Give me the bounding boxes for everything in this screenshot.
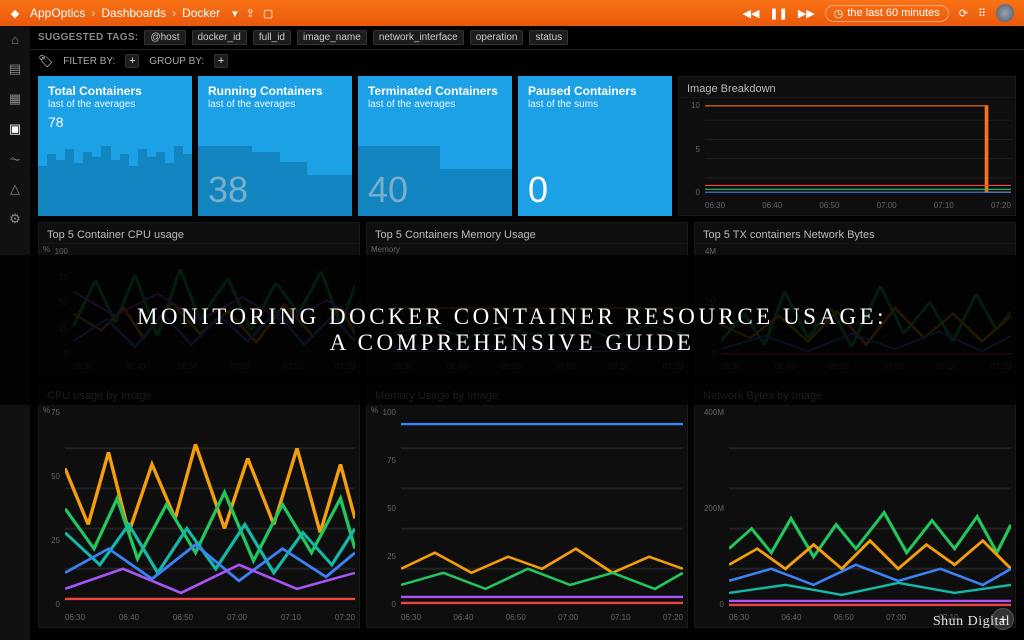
panel-title: Top 5 Container CPU usage xyxy=(39,223,359,244)
card-title: Paused Containers xyxy=(528,84,662,98)
card-value: 78 xyxy=(48,114,182,130)
crumb-appoptics[interactable]: AppOptics xyxy=(30,6,85,20)
overlay-subheading: A COMPREHENSIVE GUIDE xyxy=(330,330,695,356)
solarwinds-logo: ◆ xyxy=(6,7,24,20)
tag-full-id[interactable]: full_id xyxy=(253,30,291,45)
card-subtitle: last of the averages xyxy=(48,99,182,110)
chart-body xyxy=(705,101,1011,197)
breadcrumb: AppOptics › Dashboards › Docker xyxy=(30,6,220,20)
chart-body xyxy=(65,408,355,609)
card-paused-containers[interactable]: Paused Containers last of the sums 0 xyxy=(518,76,672,216)
card-subtitle: last of the averages xyxy=(208,99,342,110)
y-axis: 400M200M0 xyxy=(695,408,727,609)
add-filter-button[interactable]: + xyxy=(125,54,139,68)
nav-dashboards-icon[interactable]: ▣ xyxy=(9,121,21,137)
nav-home-icon[interactable]: ⌂ xyxy=(11,32,19,47)
card-title: Terminated Containers xyxy=(368,84,502,98)
chevron-down-icon[interactable]: ▾ xyxy=(232,7,238,20)
sparkline xyxy=(38,146,192,216)
panel-image-breakdown[interactable]: Image Breakdown 105006:3006:4006:5007:000… xyxy=(678,76,1016,216)
crumb-dashboards[interactable]: Dashboards xyxy=(101,6,166,20)
forward-icon[interactable]: ▶▶ xyxy=(798,7,815,20)
breadcrumb-actions: ▾ ⇪ ▢ xyxy=(232,7,273,20)
x-axis: 06:3006:4006:5007:0007:1007:20 xyxy=(65,613,355,625)
tag-network-if[interactable]: network_interface xyxy=(373,30,464,45)
tag-icon: 🏷 xyxy=(38,54,53,68)
x-axis: 06:3006:4006:5007:0007:1007:20 xyxy=(705,201,1011,213)
crumb-docker[interactable]: Docker xyxy=(182,6,220,20)
y-axis: 1050 xyxy=(679,101,703,197)
filter-by-label: FILTER BY: xyxy=(63,56,115,67)
overlay-heading: MONITORING DOCKER CONTAINER RESOURCE USA… xyxy=(137,304,887,330)
article-overlay: MONITORING DOCKER CONTAINER RESOURCE USA… xyxy=(0,255,1024,405)
watermark: Shun Digital xyxy=(933,614,1010,630)
sparkline xyxy=(198,146,352,216)
tag-host[interactable]: @host xyxy=(144,30,185,45)
nav-settings-icon[interactable]: ⚙ xyxy=(9,211,21,227)
refresh-icon[interactable]: ⟳ xyxy=(959,7,968,20)
share-icon[interactable]: ⇪ xyxy=(246,7,255,20)
panel-title: Image Breakdown xyxy=(679,77,1015,98)
nav-metrics-icon[interactable]: ⏦ xyxy=(10,151,21,167)
tag-image-name[interactable]: image_name xyxy=(297,30,367,45)
pause-icon[interactable]: ❚❚ xyxy=(769,7,787,20)
sparkline xyxy=(358,146,512,216)
nav-alerts-icon[interactable]: △ xyxy=(10,181,20,197)
chevron-right-icon: › xyxy=(170,6,178,20)
card-title: Running Containers xyxy=(208,84,342,98)
fullscreen-icon[interactable]: ▢ xyxy=(263,7,273,20)
panel-mem-by-image[interactable]: Memory Usage by Image%100755025006:3006:… xyxy=(366,383,688,628)
y-axis: 7550250 xyxy=(39,408,63,609)
top-bar: ◆ AppOptics › Dashboards › Docker ▾ ⇪ ▢ … xyxy=(0,0,1024,26)
apps-grid-icon[interactable]: ⠿ xyxy=(978,7,986,20)
sparkline xyxy=(518,146,672,216)
card-total-containers[interactable]: Total Containers last of the averages 78 xyxy=(38,76,192,216)
card-terminated-containers[interactable]: Terminated Containers last of the averag… xyxy=(358,76,512,216)
tag-docker-id[interactable]: docker_id xyxy=(192,30,247,45)
top-right-controls: ◀◀ ❚❚ ▶▶ ◷ the last 60 minutes ⟳ ⠿ xyxy=(742,4,1018,22)
x-axis: 06:3006:4006:5007:0007:1007:20 xyxy=(401,613,683,625)
time-range-selector[interactable]: ◷ the last 60 minutes xyxy=(825,5,949,22)
chart-body xyxy=(729,408,1011,609)
nav-grid-icon[interactable]: ▦ xyxy=(9,91,21,107)
panel-title: Top 5 TX containers Network Bytes xyxy=(695,223,1015,244)
tag-operation[interactable]: operation xyxy=(470,30,524,45)
suggested-tags-row: SUGGESTED TAGS: @host docker_id full_id … xyxy=(30,26,1024,50)
card-running-containers[interactable]: Running Containers last of the averages … xyxy=(198,76,352,216)
tag-status[interactable]: status xyxy=(529,30,568,45)
rewind-icon[interactable]: ◀◀ xyxy=(742,7,759,20)
time-range-label: the last 60 minutes xyxy=(847,7,939,19)
card-title: Total Containers xyxy=(48,84,182,98)
panel-cpu-by-image[interactable]: CPU usage by Image%755025006:3006:4006:5… xyxy=(38,383,360,628)
panel-title: Top 5 Containers Memory Usage xyxy=(367,223,687,244)
nav-list-icon[interactable]: ▤ xyxy=(9,61,21,77)
chevron-right-icon: › xyxy=(89,6,97,20)
panel-net-by-image[interactable]: Network Bytes by Image400M200M006:3006:4… xyxy=(694,383,1016,628)
chart-body xyxy=(401,408,683,609)
filter-row: 🏷 FILTER BY: + GROUP BY: + xyxy=(30,50,1024,76)
suggested-tags-label: SUGGESTED TAGS: xyxy=(38,32,138,43)
card-subtitle: last of the sums xyxy=(528,99,662,110)
avatar[interactable] xyxy=(996,4,1014,22)
card-subtitle: last of the averages xyxy=(368,99,502,110)
add-group-button[interactable]: + xyxy=(214,54,228,68)
clock-icon: ◷ xyxy=(834,7,844,20)
group-by-label: GROUP BY: xyxy=(149,56,204,67)
y-axis: 1007550250 xyxy=(367,408,399,609)
